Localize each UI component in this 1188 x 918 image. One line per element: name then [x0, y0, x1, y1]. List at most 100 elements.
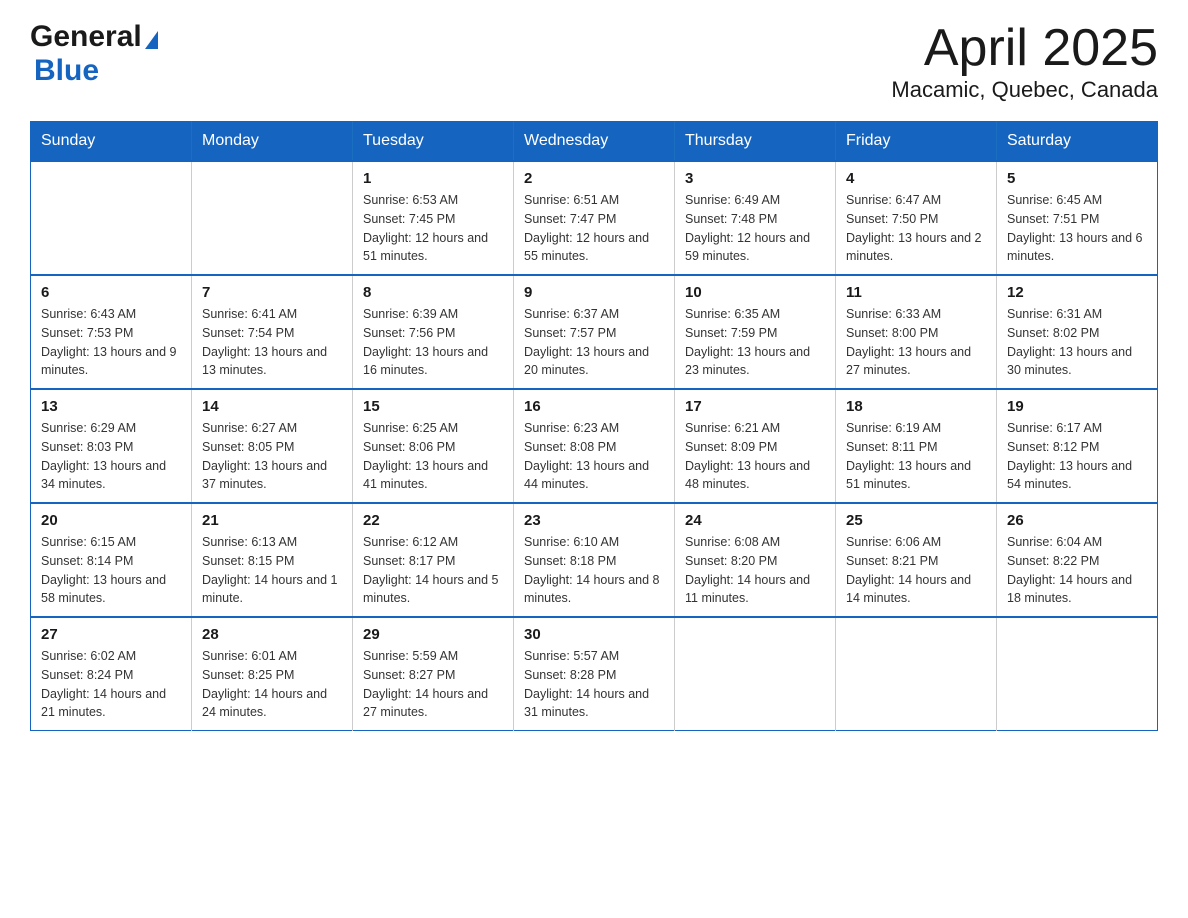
page-header: General Blue April 2025 Macamic, Quebec,…	[30, 20, 1158, 103]
day-number: 26	[1007, 512, 1147, 529]
calendar-cell-w4-d0: 20Sunrise: 6:15 AMSunset: 8:14 PMDayligh…	[31, 503, 192, 617]
day-info: Sunrise: 6:21 AMSunset: 8:09 PMDaylight:…	[685, 419, 825, 494]
calendar-cell-w5-d5	[836, 617, 997, 731]
day-info: Sunrise: 6:43 AMSunset: 7:53 PMDaylight:…	[41, 305, 181, 380]
day-info: Sunrise: 6:06 AMSunset: 8:21 PMDaylight:…	[846, 533, 986, 608]
calendar-cell-w2-d2: 8Sunrise: 6:39 AMSunset: 7:56 PMDaylight…	[353, 275, 514, 389]
day-number: 5	[1007, 170, 1147, 187]
day-number: 15	[363, 398, 503, 415]
header-sunday: Sunday	[31, 122, 192, 162]
day-number: 27	[41, 626, 181, 643]
day-info: Sunrise: 6:49 AMSunset: 7:48 PMDaylight:…	[685, 191, 825, 266]
day-number: 10	[685, 284, 825, 301]
day-number: 22	[363, 512, 503, 529]
calendar-header-row: SundayMondayTuesdayWednesdayThursdayFrid…	[31, 122, 1158, 162]
logo-triangle-icon	[145, 31, 158, 49]
calendar-cell-w2-d1: 7 Sunrise: 6:41 AMSunset: 7:54 PMDaylight…	[192, 275, 353, 389]
page-subtitle: Macamic, Quebec, Canada	[891, 77, 1158, 103]
day-info: Sunrise: 6:02 AMSunset: 8:24 PMDaylight:…	[41, 647, 181, 722]
day-info: Sunrise: 6:25 AMSunset: 8:06 PMDaylight:…	[363, 419, 503, 494]
calendar-cell-w1-d1	[192, 161, 353, 275]
day-number: 11	[846, 284, 986, 301]
day-number: 1	[363, 170, 503, 187]
calendar-cell-w4-d2: 22 Sunrise: 6:12 AMSunset: 8:17 PMDayligh…	[353, 503, 514, 617]
day-number: 6	[41, 284, 181, 301]
day-info: Sunrise: 6:41 AMSunset: 7:54 PMDaylight:…	[202, 305, 342, 380]
calendar-week-1: 1 Sunrise: 6:53 AMSunset: 7:45 PMDaylight…	[31, 161, 1158, 275]
day-info: Sunrise: 6:33 AMSunset: 8:00 PMDaylight:…	[846, 305, 986, 380]
header-wednesday: Wednesday	[514, 122, 675, 162]
day-number: 23	[524, 512, 664, 529]
day-number: 2	[524, 170, 664, 187]
calendar-cell-w2-d3: 9 Sunrise: 6:37 AMSunset: 7:57 PMDaylight…	[514, 275, 675, 389]
calendar-cell-w1-d3: 2 Sunrise: 6:51 AMSunset: 7:47 PMDaylight…	[514, 161, 675, 275]
logo-general-text: General	[30, 20, 142, 54]
day-info: Sunrise: 6:08 AMSunset: 8:20 PMDaylight:…	[685, 533, 825, 608]
day-info: Sunrise: 6:47 AMSunset: 7:50 PMDaylight:…	[846, 191, 986, 266]
day-number: 18	[846, 398, 986, 415]
day-info: Sunrise: 6:37 AMSunset: 7:57 PMDaylight:…	[524, 305, 664, 380]
calendar-cell-w4-d5: 25 Sunrise: 6:06 AMSunset: 8:21 PMDayligh…	[836, 503, 997, 617]
day-number: 28	[202, 626, 342, 643]
calendar-cell-w5-d1: 28 Sunrise: 6:01 AMSunset: 8:25 PMDayligh…	[192, 617, 353, 731]
calendar-cell-w2-d4: 10Sunrise: 6:35 AMSunset: 7:59 PMDayligh…	[675, 275, 836, 389]
day-info: Sunrise: 6:23 AMSunset: 8:08 PMDaylight:…	[524, 419, 664, 494]
day-info: Sunrise: 6:51 AMSunset: 7:47 PMDaylight:…	[524, 191, 664, 266]
header-tuesday: Tuesday	[353, 122, 514, 162]
day-info: Sunrise: 6:19 AMSunset: 8:11 PMDaylight:…	[846, 419, 986, 494]
calendar-cell-w1-d5: 4Sunrise: 6:47 AMSunset: 7:50 PMDaylight…	[836, 161, 997, 275]
day-info: Sunrise: 6:29 AMSunset: 8:03 PMDaylight:…	[41, 419, 181, 494]
day-number: 24	[685, 512, 825, 529]
calendar-cell-w1-d0	[31, 161, 192, 275]
day-info: Sunrise: 6:53 AMSunset: 7:45 PMDaylight:…	[363, 191, 503, 266]
calendar-cell-w2-d0: 6 Sunrise: 6:43 AMSunset: 7:53 PMDaylight…	[31, 275, 192, 389]
day-number: 12	[1007, 284, 1147, 301]
calendar-cell-w1-d2: 1 Sunrise: 6:53 AMSunset: 7:45 PMDaylight…	[353, 161, 514, 275]
calendar-cell-w1-d6: 5 Sunrise: 6:45 AMSunset: 7:51 PMDaylight…	[997, 161, 1158, 275]
header-saturday: Saturday	[997, 122, 1158, 162]
day-number: 3	[685, 170, 825, 187]
day-number: 29	[363, 626, 503, 643]
day-number: 7	[202, 284, 342, 301]
header-monday: Monday	[192, 122, 353, 162]
title-area: April 2025 Macamic, Quebec, Canada	[891, 20, 1158, 103]
calendar-week-5: 27 Sunrise: 6:02 AMSunset: 8:24 PMDayligh…	[31, 617, 1158, 731]
header-thursday: Thursday	[675, 122, 836, 162]
day-info: Sunrise: 6:17 AMSunset: 8:12 PMDaylight:…	[1007, 419, 1147, 494]
day-number: 20	[41, 512, 181, 529]
day-number: 9	[524, 284, 664, 301]
day-info: Sunrise: 5:59 AMSunset: 8:27 PMDaylight:…	[363, 647, 503, 722]
header-friday: Friday	[836, 122, 997, 162]
day-info: Sunrise: 6:01 AMSunset: 8:25 PMDaylight:…	[202, 647, 342, 722]
day-number: 19	[1007, 398, 1147, 415]
day-number: 25	[846, 512, 986, 529]
day-number: 30	[524, 626, 664, 643]
day-number: 17	[685, 398, 825, 415]
calendar-cell-w4-d4: 24 Sunrise: 6:08 AMSunset: 8:20 PMDayligh…	[675, 503, 836, 617]
calendar-cell-w5-d6	[997, 617, 1158, 731]
calendar-cell-w3-d5: 18 Sunrise: 6:19 AMSunset: 8:11 PMDayligh…	[836, 389, 997, 503]
calendar-cell-w3-d6: 19 Sunrise: 6:17 AMSunset: 8:12 PMDayligh…	[997, 389, 1158, 503]
calendar-cell-w3-d2: 15 Sunrise: 6:25 AMSunset: 8:06 PMDayligh…	[353, 389, 514, 503]
calendar-cell-w2-d5: 11 Sunrise: 6:33 AMSunset: 8:00 PMDayligh…	[836, 275, 997, 389]
calendar-cell-w5-d2: 29 Sunrise: 5:59 AMSunset: 8:27 PMDayligh…	[353, 617, 514, 731]
calendar-table: SundayMondayTuesdayWednesdayThursdayFrid…	[30, 121, 1158, 731]
day-number: 14	[202, 398, 342, 415]
calendar-week-2: 6 Sunrise: 6:43 AMSunset: 7:53 PMDaylight…	[31, 275, 1158, 389]
calendar-cell-w1-d4: 3 Sunrise: 6:49 AMSunset: 7:48 PMDaylight…	[675, 161, 836, 275]
calendar-cell-w3-d4: 17 Sunrise: 6:21 AMSunset: 8:09 PMDayligh…	[675, 389, 836, 503]
calendar-cell-w5-d3: 30Sunrise: 5:57 AMSunset: 8:28 PMDayligh…	[514, 617, 675, 731]
day-info: Sunrise: 6:39 AMSunset: 7:56 PMDaylight:…	[363, 305, 503, 380]
calendar-cell-w4-d3: 23 Sunrise: 6:10 AMSunset: 8:18 PMDayligh…	[514, 503, 675, 617]
day-info: Sunrise: 6:45 AMSunset: 7:51 PMDaylight:…	[1007, 191, 1147, 266]
day-info: Sunrise: 6:10 AMSunset: 8:18 PMDaylight:…	[524, 533, 664, 608]
calendar-cell-w4-d6: 26 Sunrise: 6:04 AMSunset: 8:22 PMDayligh…	[997, 503, 1158, 617]
day-info: Sunrise: 6:04 AMSunset: 8:22 PMDaylight:…	[1007, 533, 1147, 608]
calendar-cell-w5-d0: 27 Sunrise: 6:02 AMSunset: 8:24 PMDayligh…	[31, 617, 192, 731]
day-info: Sunrise: 6:31 AMSunset: 8:02 PMDaylight:…	[1007, 305, 1147, 380]
day-number: 21	[202, 512, 342, 529]
page-title: April 2025	[891, 20, 1158, 77]
logo-area: General Blue	[30, 20, 158, 88]
day-info: Sunrise: 6:12 AMSunset: 8:17 PMDaylight:…	[363, 533, 503, 608]
day-number: 13	[41, 398, 181, 415]
